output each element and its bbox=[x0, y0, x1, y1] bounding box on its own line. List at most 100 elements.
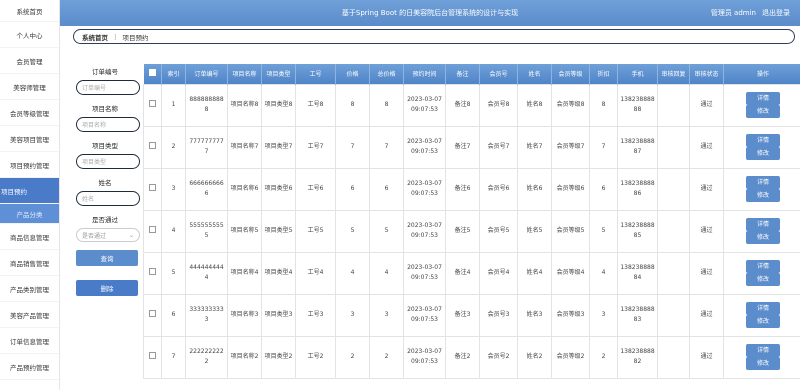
cell-price: 6 bbox=[335, 167, 370, 211]
cell-emp: 工号2 bbox=[295, 335, 336, 379]
cell-emp: 工号4 bbox=[295, 251, 336, 295]
logout-link[interactable]: 退出登录 bbox=[762, 8, 790, 18]
detail-button[interactable]: 详情 bbox=[746, 260, 780, 273]
person-name-input[interactable]: 姓名 bbox=[76, 191, 140, 206]
row-checkbox[interactable] bbox=[149, 183, 156, 191]
row-select-cell[interactable] bbox=[143, 125, 162, 169]
project-type-label: 项目类型 bbox=[92, 142, 118, 150]
detail-button[interactable]: 详情 bbox=[746, 176, 780, 189]
project-type-input[interactable]: 项目类型 bbox=[76, 154, 140, 169]
row-actions: 详情修改 bbox=[723, 293, 800, 337]
row-select-cell[interactable] bbox=[143, 167, 162, 211]
search-panel: 订单编号 订单编号 项目名称 项目名称 项目类型 项目类型 姓名 姓名 是否通过… bbox=[64, 66, 146, 310]
sidebar-item-orders[interactable]: 订单信息管理 bbox=[0, 328, 59, 354]
row-select-cell[interactable] bbox=[143, 335, 162, 379]
row-select-cell[interactable] bbox=[143, 83, 162, 127]
cell-status: 通过 bbox=[689, 83, 724, 127]
table-row[interactable]: 6 3333333333 项目名称3 项目类型3 工号3 3 3 2023-03-07 09:… bbox=[143, 293, 800, 337]
col-review-reply: 审核回复 bbox=[657, 64, 690, 84]
col-member-level: 会员等级 bbox=[551, 64, 590, 84]
sidebar-item-profile[interactable]: 个人中心 bbox=[0, 22, 59, 48]
row-select-cell[interactable] bbox=[143, 209, 162, 253]
edit-button[interactable]: 修改 bbox=[746, 105, 780, 118]
detail-button[interactable]: 详情 bbox=[746, 218, 780, 231]
sidebar-item-beauticians[interactable]: 美容师管理 bbox=[0, 74, 59, 100]
col-employee-id: 工号 bbox=[295, 64, 336, 84]
col-review-status: 审核状态 bbox=[689, 64, 724, 84]
edit-button[interactable]: 修改 bbox=[746, 273, 780, 286]
sidebar-item-beauty-products[interactable]: 美容产品管理 bbox=[0, 302, 59, 328]
cell-discount: 7 bbox=[589, 125, 618, 169]
sidebar-item-members[interactable]: 会员管理 bbox=[0, 48, 59, 74]
cell-level: 会员等级5 bbox=[551, 209, 590, 253]
table-row[interactable]: 1 8888888888 项目名称8 项目类型8 工号8 8 8 2023-03-07 09:… bbox=[143, 83, 800, 127]
detail-button[interactable]: 详情 bbox=[746, 344, 780, 357]
row-actions: 详情修改 bbox=[723, 167, 800, 211]
table-row[interactable]: 5 4444444444 项目名称4 项目类型4 工号4 4 4 2023-03-07 09:… bbox=[143, 251, 800, 295]
sidebar-item-product-types[interactable]: 产品类别管理 bbox=[0, 276, 59, 302]
current-user: 管理员 admin bbox=[710, 9, 756, 17]
detail-button[interactable]: 详情 bbox=[746, 92, 780, 105]
sidebar-item-project-booking-mgmt[interactable]: 项目预约管理 bbox=[0, 152, 59, 178]
chevron-down-icon: ⌄ bbox=[128, 231, 134, 239]
cell-phone: 13823888888 bbox=[617, 83, 658, 127]
row-checkbox[interactable] bbox=[149, 225, 156, 233]
edit-button[interactable]: 修改 bbox=[746, 189, 780, 202]
cell-person: 姓名4 bbox=[517, 251, 552, 295]
edit-button[interactable]: 修改 bbox=[746, 315, 780, 328]
cell-order: 3333333333 bbox=[185, 293, 228, 337]
delete-button[interactable]: 删除 bbox=[76, 280, 138, 296]
row-select-cell[interactable] bbox=[143, 251, 162, 295]
cell-emp: 工号5 bbox=[295, 209, 336, 253]
row-checkbox[interactable] bbox=[149, 351, 156, 359]
detail-button[interactable]: 详情 bbox=[746, 302, 780, 315]
row-checkbox[interactable] bbox=[149, 309, 156, 317]
cell-type: 项目类型4 bbox=[261, 251, 296, 295]
breadcrumb-home[interactable]: 系统首页 bbox=[82, 32, 108, 42]
table-header-row: 索引 订单编号 项目名称 项目类型 工号 价格 总价格 预约时间 备注 会员号 … bbox=[143, 64, 800, 84]
select-all-header[interactable] bbox=[143, 64, 162, 84]
row-select-cell[interactable] bbox=[143, 293, 162, 337]
detail-button[interactable]: 详情 bbox=[746, 134, 780, 147]
sidebar-item-member-levels[interactable]: 会员等级管理 bbox=[0, 100, 59, 126]
order-number-input[interactable]: 订单编号 bbox=[76, 80, 140, 95]
sidebar-item-goods-info[interactable]: 商品信息管理 bbox=[0, 224, 59, 250]
cell-price: 5 bbox=[335, 209, 370, 253]
sidebar-item-home[interactable]: 系统首页 bbox=[0, 0, 59, 22]
table-row[interactable]: 7 2222222222 项目名称2 项目类型2 工号2 2 2 2023-03-07 09:… bbox=[143, 335, 800, 379]
cell-status: 通过 bbox=[689, 251, 724, 295]
cell-idx: 7 bbox=[161, 335, 186, 379]
passed-select-value: 是否通过 bbox=[82, 232, 107, 240]
row-checkbox[interactable] bbox=[149, 267, 156, 275]
project-name-input[interactable]: 项目名称 bbox=[76, 117, 140, 132]
passed-select[interactable]: 是否通过 ⌄ bbox=[76, 228, 140, 242]
cell-reply bbox=[657, 125, 690, 169]
table-row[interactable]: 2 7777777777 项目名称7 项目类型7 工号7 7 7 2023-03-07 09:… bbox=[143, 125, 800, 169]
sidebar-item-beauty-projects[interactable]: 美容项目管理 bbox=[0, 126, 59, 152]
row-checkbox[interactable] bbox=[149, 141, 156, 149]
cell-type: 项目类型2 bbox=[261, 335, 296, 379]
cell-name: 项目名称6 bbox=[227, 167, 262, 211]
edit-button[interactable]: 修改 bbox=[746, 231, 780, 244]
cell-idx: 3 bbox=[161, 167, 186, 211]
col-price: 价格 bbox=[335, 64, 370, 84]
sidebar-item-product-category[interactable]: 产品分类 bbox=[0, 204, 59, 224]
cell-member: 会员号2 bbox=[479, 335, 518, 379]
sidebar-item-project-booking[interactable]: 项目预约 bbox=[0, 178, 59, 204]
table-row[interactable]: 3 6666666666 项目名称6 项目类型6 工号6 6 6 2023-03-07 09:… bbox=[143, 167, 800, 211]
table-row[interactable]: 4 5555555555 项目名称5 项目类型5 工号5 5 5 2023-03-07 09:… bbox=[143, 209, 800, 253]
sidebar-item-goods-sales[interactable]: 商品销售管理 bbox=[0, 250, 59, 276]
select-all-checkbox[interactable] bbox=[148, 69, 156, 77]
row-checkbox[interactable] bbox=[149, 99, 156, 107]
cell-note: 备注7 bbox=[445, 125, 480, 169]
cell-person: 姓名5 bbox=[517, 209, 552, 253]
query-button[interactable]: 查询 bbox=[76, 250, 138, 266]
edit-button[interactable]: 修改 bbox=[746, 357, 780, 370]
cell-member: 会员号3 bbox=[479, 293, 518, 337]
cell-order: 4444444444 bbox=[185, 251, 228, 295]
cell-type: 项目类型7 bbox=[261, 125, 296, 169]
cell-total: 5 bbox=[369, 209, 404, 253]
sidebar-item-product-booking[interactable]: 产品预约管理 bbox=[0, 354, 59, 380]
edit-button[interactable]: 修改 bbox=[746, 147, 780, 160]
cell-note: 备注8 bbox=[445, 83, 480, 127]
